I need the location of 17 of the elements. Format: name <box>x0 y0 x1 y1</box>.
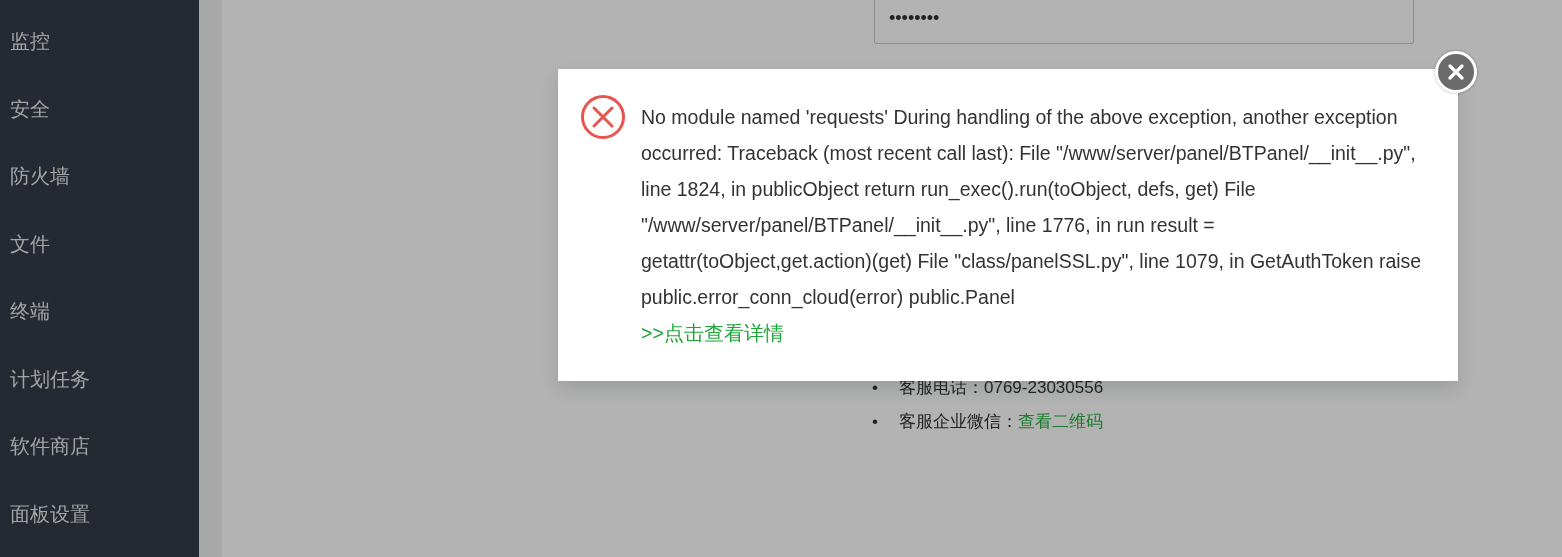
close-icon <box>1448 64 1464 80</box>
sidebar-item[interactable]: 软件商店 <box>10 435 90 457</box>
sidebar-item[interactable]: 文件 <box>10 232 50 255</box>
details-link[interactable]: >>点击查看详情 <box>641 322 784 344</box>
sidebar-item[interactable]: 终端 <box>10 300 50 322</box>
error-icon <box>580 94 626 140</box>
password-field[interactable]: •••••••• <box>874 0 1414 44</box>
error-message: No module named 'requests' During handling of the above exception, another exception occurred: Traceback (most recent call last): File "/www/server/panel/BTPanel/__init__.py", line 1824, in publicObject return run_exec().run(toObject, defs, get) File "/www/server/panel/BTPanel/__init__.py", line 1776, in run result = getattr(toObject,get.action)(get) File "class/panelSSL.py", line 1079, in GetAuthToken raise public.error_conn_cloud(error) public.Panel <box>641 105 1423 311</box>
contact-text: 客服企业微信： <box>899 411 1018 434</box>
bullet: • <box>872 411 879 434</box>
sidebar-item[interactable]: 防火墙 <box>10 165 70 187</box>
sidebar-item[interactable]: 面板设置 <box>10 502 90 525</box>
sidebar-item[interactable]: 监控 <box>10 30 50 52</box>
bullet: • <box>872 377 879 400</box>
sidebar-item[interactable]: 计划任务 <box>10 367 90 390</box>
sidebar-item[interactable]: 安全 <box>10 97 50 120</box>
close-button[interactable] <box>1435 51 1477 93</box>
